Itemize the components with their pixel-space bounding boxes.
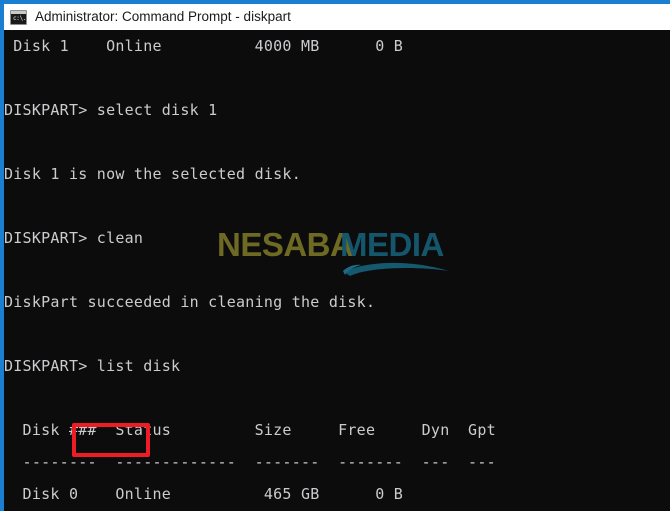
icon-prompt-glyph: c:\. xyxy=(13,14,27,22)
command-prompt-icon[interactable]: c:\. xyxy=(10,9,27,25)
command-prompt-window: c:\. Administrator: Command Prompt - dis… xyxy=(0,0,670,511)
title-bar[interactable]: c:\. Administrator: Command Prompt - dis… xyxy=(4,4,670,30)
window-left-accent-border xyxy=(0,0,4,511)
window-top-accent-border xyxy=(0,0,670,4)
icon-title-stripe xyxy=(11,10,26,14)
console-output-area[interactable]: NESABA MEDIA Disk 1 Online 4000 MB 0 B D… xyxy=(4,30,670,511)
window-title: Administrator: Command Prompt - diskpart xyxy=(35,9,291,24)
diskpart-session-transcript: Disk 1 Online 4000 MB 0 B DISKPART> sele… xyxy=(4,37,496,503)
